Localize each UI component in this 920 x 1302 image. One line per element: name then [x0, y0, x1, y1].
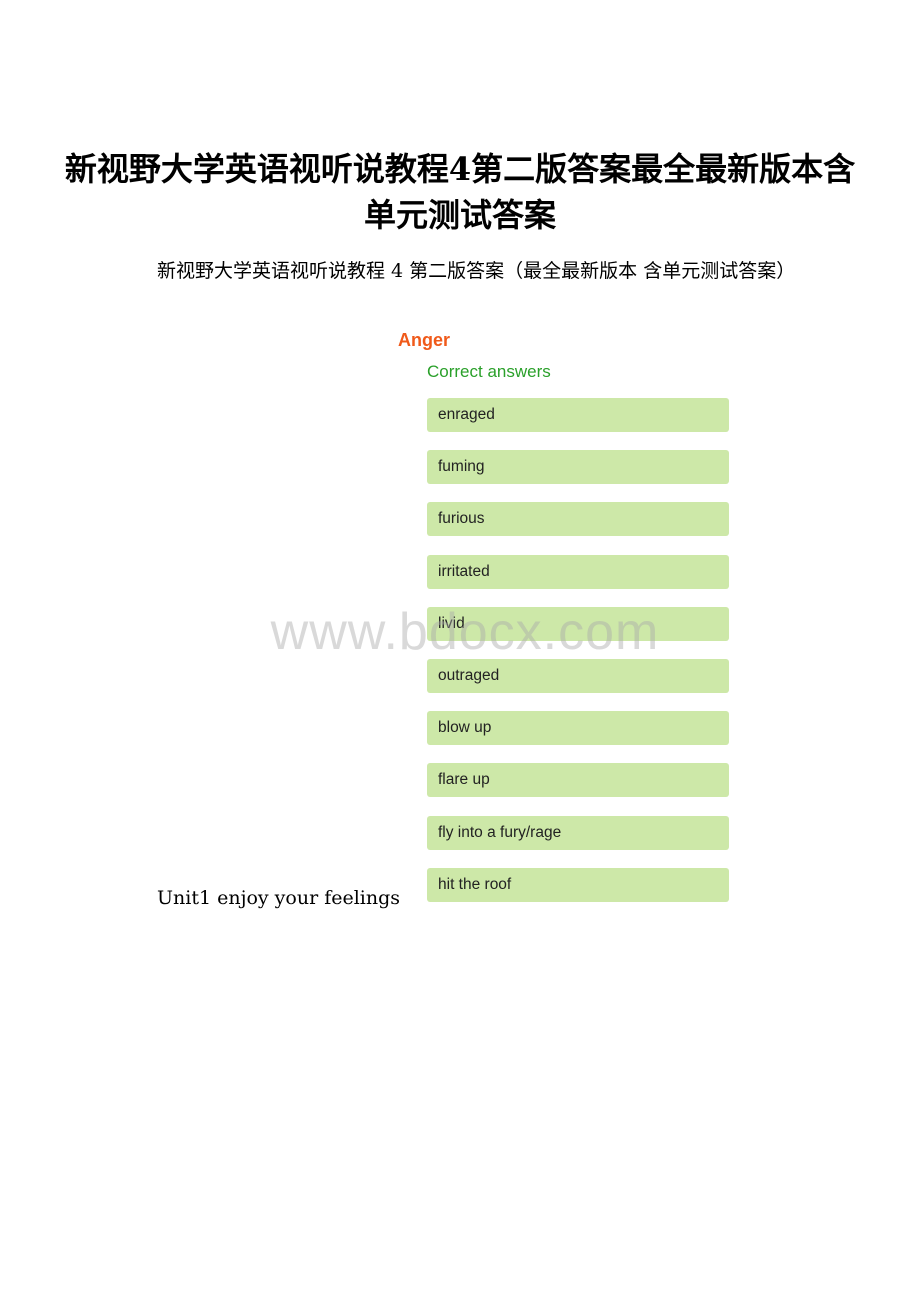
- answer-item: fly into a fury/rage: [427, 815, 729, 850]
- answer-item: furious: [427, 502, 729, 537]
- answer-screenshot: Anger Correct answers enraged fuming fur…: [396, 326, 736, 908]
- answer-item: livid: [427, 606, 729, 641]
- section-title: Anger: [398, 330, 451, 350]
- intro-paragraph: 新视野大学英语视听说教程 4 第二版答案（最全最新版本 含单元测试答案）: [157, 260, 796, 282]
- correct-answers-label: Correct answers: [427, 362, 551, 381]
- answer-item: irritated: [427, 554, 729, 589]
- document-title: 新视野大学英语视听说教程4第二版答案最全最新版本含单元测试答案: [64, 150, 856, 234]
- answer-item: outraged: [427, 658, 729, 693]
- answer-item: enraged: [427, 398, 729, 432]
- unit-heading: Unit1 enjoy your feelings: [157, 887, 401, 909]
- answer-item: blow up: [427, 711, 729, 746]
- answer-item: fuming: [427, 450, 729, 485]
- answer-item: hit the roof: [427, 867, 729, 902]
- answer-item: flare up: [427, 763, 729, 798]
- answer-list: enraged fuming furious irritated livid o…: [427, 398, 729, 920]
